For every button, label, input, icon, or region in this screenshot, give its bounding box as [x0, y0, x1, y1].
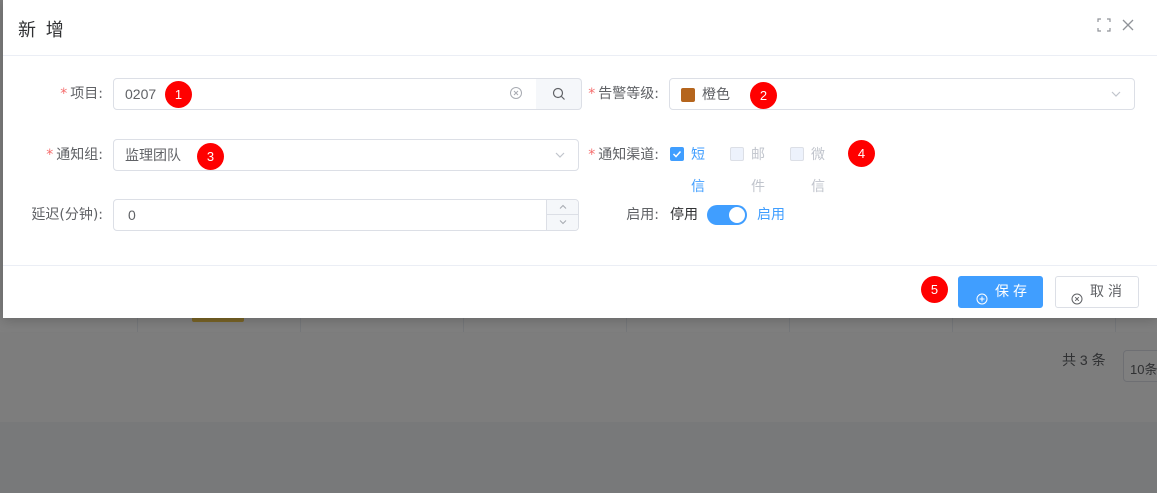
notify-group-value: 监理团队: [125, 147, 181, 163]
switch-on-label[interactable]: 启用: [757, 199, 785, 231]
annotation-badge-4: 4: [848, 140, 875, 167]
close-icon[interactable]: [1121, 18, 1139, 36]
save-button[interactable]: 保存: [958, 276, 1043, 308]
form-row-2: * 通知组: 监理团队 3 * 通知渠道: 短信 邮件 微信 4: [3, 139, 1157, 195]
delay-number-input[interactable]: 0: [113, 199, 579, 231]
email-label[interactable]: 邮件: [751, 139, 765, 203]
enabled-label: 启用:: [626, 207, 659, 223]
annotation-badge-5: 5: [921, 276, 948, 303]
switch-knob: [729, 207, 745, 223]
stepper-down-button[interactable]: [546, 215, 578, 230]
cancel-button-label: 取消: [1090, 284, 1126, 300]
close-circle-icon: [1071, 286, 1083, 305]
enabled-switch[interactable]: [707, 205, 747, 225]
chevron-down-icon: [1110, 88, 1122, 100]
form-row-3: 延迟(分钟): 0 启用: 停用 启用: [3, 199, 1157, 231]
notify-group-select[interactable]: 监理团队: [113, 139, 579, 171]
project-label: * 项目:: [60, 86, 103, 102]
clear-icon[interactable]: [509, 86, 523, 100]
notify-channel-label: * 通知渠道:: [588, 147, 659, 163]
form-row-1: * 项目: 0207 1 * 告警等级: 橙色 2: [3, 78, 1157, 110]
sms-label[interactable]: 短信: [691, 139, 705, 203]
chevron-down-icon: [554, 149, 566, 161]
dialog-header: 新 增: [3, 0, 1157, 56]
project-input-value: 0207: [125, 86, 157, 102]
sms-checkbox[interactable]: [670, 147, 684, 161]
notify-group-label: * 通知组:: [46, 147, 103, 163]
save-button-label: 保存: [995, 284, 1031, 300]
dialog-footer: 5 保存 取消: [3, 265, 1157, 318]
annotation-badge-2: 2: [750, 82, 777, 109]
delay-value: 0: [128, 207, 136, 223]
add-dialog: 新 增 * 项目: 0207 1 * 告警等级: 橙色 2 * 通知组: 监理团…: [3, 0, 1157, 318]
email-checkbox[interactable]: [730, 147, 744, 161]
alert-level-label: * 告警等级:: [588, 86, 659, 102]
wechat-checkbox[interactable]: [790, 147, 804, 161]
alert-level-select[interactable]: 橙色: [669, 78, 1135, 110]
annotation-badge-3: 3: [197, 143, 224, 170]
cancel-button[interactable]: 取消: [1055, 276, 1139, 308]
annotation-badge-1: 1: [165, 81, 192, 108]
plus-circle-icon: [976, 286, 988, 305]
wechat-label[interactable]: 微信: [811, 139, 825, 203]
alert-color-swatch: [681, 88, 695, 102]
switch-off-label[interactable]: 停用: [670, 199, 698, 231]
project-search-button[interactable]: [536, 78, 582, 110]
stepper-up-button[interactable]: [546, 200, 578, 215]
search-icon: [552, 87, 566, 105]
dialog-title: 新 增: [18, 20, 66, 41]
fullscreen-icon[interactable]: [1097, 18, 1115, 36]
alert-level-value: 橙色: [702, 86, 730, 102]
delay-label: 延迟(分钟):: [31, 207, 103, 223]
